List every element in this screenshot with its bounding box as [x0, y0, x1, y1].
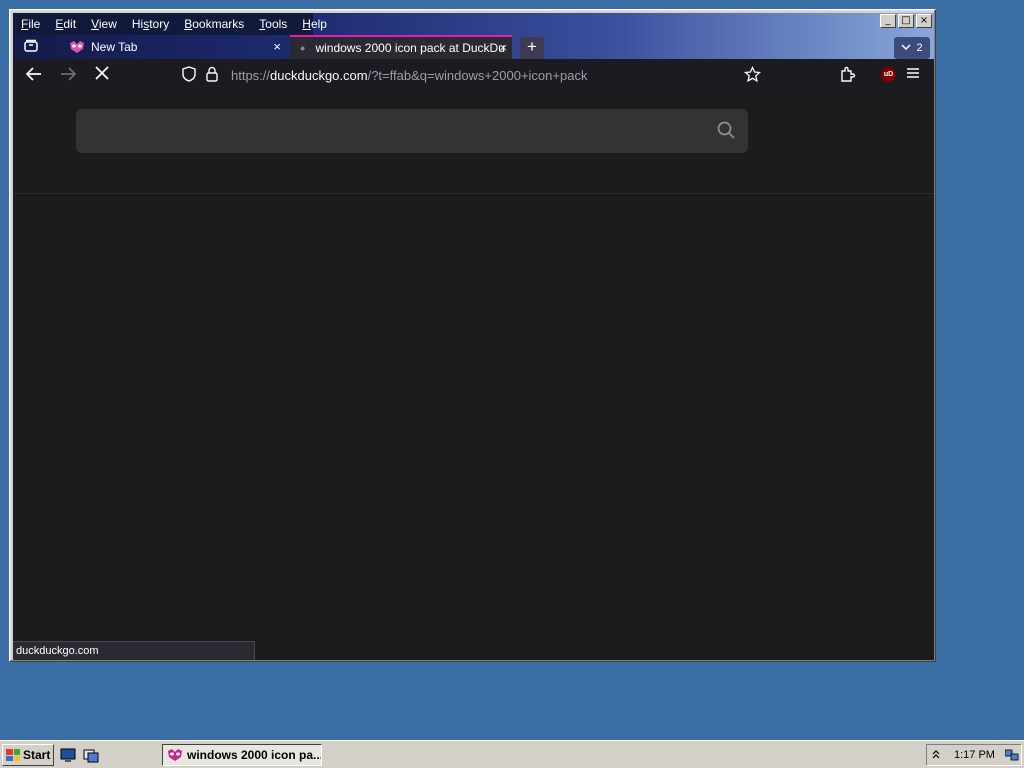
- taskbar: Start windows 2000 icon pa... 1:17 PM: [0, 740, 1024, 768]
- window-controls: _ □ ×: [880, 14, 932, 28]
- tab-strip: New Tab × ● windows 2000 icon pack at Du…: [13, 35, 934, 59]
- menu-view[interactable]: View: [91, 17, 117, 31]
- ublock-icon[interactable]: uD: [881, 67, 896, 82]
- menu-help[interactable]: Help: [302, 17, 327, 31]
- status-bar: duckduckgo.com: [13, 641, 255, 660]
- tab-count: 2: [916, 42, 923, 54]
- network-icon[interactable]: [1004, 749, 1019, 761]
- menu-file[interactable]: File: [21, 17, 40, 31]
- menu-bar: File Edit View History Bookmarks Tools H…: [13, 13, 327, 35]
- browser-window: File Edit View History Bookmarks Tools H…: [9, 9, 936, 662]
- start-label: Start: [23, 748, 51, 762]
- new-tab-button[interactable]: +: [520, 37, 544, 59]
- url-scheme: https://: [231, 67, 271, 83]
- minimize-button[interactable]: _: [880, 14, 896, 28]
- bookmark-star-icon[interactable]: [743, 65, 762, 87]
- tab-label: windows 2000 icon pack at DuckDu: [315, 41, 505, 55]
- tracking-protection-shield-icon[interactable]: [181, 65, 197, 85]
- maximize-button[interactable]: □: [898, 14, 914, 28]
- tab-label: New Tab: [91, 40, 138, 54]
- navigation-toolbar: https://duckduckgo.com/?t=ffab&q=windows…: [13, 59, 934, 91]
- chevron-up-icon[interactable]: [932, 749, 940, 762]
- menu-edit[interactable]: Edit: [55, 17, 76, 31]
- clock[interactable]: 1:17 PM: [954, 749, 995, 761]
- menu-bookmarks[interactable]: Bookmarks: [184, 17, 244, 31]
- browser-chrome: File Edit View History Bookmarks Tools H…: [13, 13, 934, 91]
- firefox-private-icon: [168, 749, 182, 761]
- taskbar-item-label: windows 2000 icon pa...: [187, 748, 322, 762]
- url-path: /?t=ffab&q=windows+2000+icon+pack: [367, 67, 588, 83]
- loading-dot-icon: ●: [300, 43, 306, 53]
- tab-new-tab[interactable]: New Tab ×: [69, 35, 287, 59]
- hamburger-menu-icon[interactable]: [905, 65, 921, 87]
- menu-tools[interactable]: Tools: [259, 17, 287, 31]
- explorer-icon[interactable]: [83, 747, 99, 763]
- taskbar-item-firefox[interactable]: windows 2000 icon pa...: [162, 744, 322, 766]
- firefox-private-icon: [70, 41, 84, 53]
- search-icon[interactable]: [716, 120, 736, 145]
- menu-history[interactable]: History: [132, 17, 169, 31]
- extensions-icon[interactable]: [839, 65, 857, 89]
- url-bar[interactable]: https://duckduckgo.com/?t=ffab&q=windows…: [173, 61, 771, 89]
- lock-icon[interactable]: [205, 66, 221, 85]
- show-desktop-icon[interactable]: [60, 747, 76, 763]
- close-tab-icon[interactable]: ×: [273, 39, 281, 54]
- system-tray: 1:17 PM: [926, 744, 1022, 766]
- tab-overview-icon[interactable]: [23, 38, 39, 57]
- list-all-tabs-button[interactable]: 2: [894, 37, 930, 59]
- windows-logo-icon: [6, 749, 20, 761]
- search-input[interactable]: [76, 109, 748, 153]
- page-content: duckduckgo.com: [13, 91, 934, 660]
- close-tab-icon[interactable]: ×: [499, 40, 507, 55]
- url-host: duckduckgo.com: [270, 67, 368, 83]
- stop-icon[interactable]: [94, 65, 110, 87]
- back-arrow-icon[interactable]: [25, 65, 43, 89]
- chevron-down-icon: [901, 42, 911, 54]
- tab-active-duckduckgo[interactable]: ● windows 2000 icon pack at DuckDu ×: [290, 35, 512, 59]
- start-button[interactable]: Start: [2, 744, 54, 766]
- search-header: [13, 91, 934, 194]
- forward-arrow-icon[interactable]: [59, 65, 77, 89]
- close-window-button[interactable]: ×: [916, 14, 932, 28]
- url-text[interactable]: https://duckduckgo.com/?t=ffab&q=windows…: [231, 68, 587, 83]
